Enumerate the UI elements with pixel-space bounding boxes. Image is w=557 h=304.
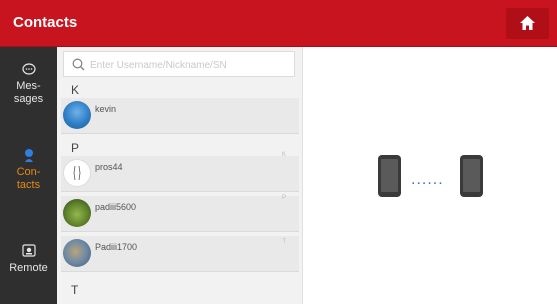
sidebar-item-messages[interactable]: Mes- sages	[0, 63, 57, 106]
contact-name: pros44	[95, 162, 123, 172]
index-letter-k[interactable]: K	[282, 152, 286, 158]
avatar	[63, 239, 91, 267]
phone-screen	[463, 159, 480, 192]
sidebar-item-label: sages	[13, 93, 44, 105]
group-header-k: K	[71, 83, 80, 97]
sidebar-item-contacts[interactable]: Con- tacts	[0, 148, 57, 192]
avatar	[63, 159, 91, 187]
home-button[interactable]	[506, 8, 549, 39]
sidebar-item-label: Remote	[9, 262, 48, 274]
list-item-contact[interactable]: kevin	[61, 98, 299, 134]
contacts-list-panel: K kevin P pros44 padiii5600 Padiii1700 T…	[57, 47, 303, 304]
connection-link: ......	[411, 171, 444, 188]
search-input[interactable]	[88, 55, 292, 75]
chat-bubble-icon	[21, 63, 36, 75]
sidebar-item-label: Mes-	[16, 80, 41, 92]
remote-screen-icon	[21, 244, 36, 257]
contact-name: Padiii1700	[95, 242, 138, 252]
group-header-p: P	[71, 141, 80, 155]
person-icon	[24, 149, 33, 162]
list-item-contact[interactable]: padiii5600	[61, 196, 299, 232]
phone-screen	[381, 159, 398, 192]
phone-icon	[378, 155, 401, 197]
index-letter-t[interactable]: T	[282, 239, 286, 245]
search-icon	[72, 58, 85, 71]
sidebar-item-remote[interactable]: Remote	[0, 244, 57, 275]
app-header: Contacts	[0, 0, 557, 47]
avatar	[63, 101, 91, 129]
avatar	[63, 199, 91, 227]
home-icon	[520, 16, 535, 30]
list-item-contact[interactable]: Padiii1700	[61, 236, 299, 272]
search-box[interactable]	[63, 51, 295, 77]
sidebar-item-label: Con-	[16, 166, 41, 178]
sidebar-item-label: tacts	[16, 179, 41, 191]
contact-name: kevin	[95, 104, 117, 114]
contact-name: padiii5600	[95, 202, 137, 212]
phone-icon	[460, 155, 483, 197]
sidebar: Mes- sages Con- tacts Remote	[0, 47, 57, 304]
list-item-contact[interactable]: pros44	[61, 156, 299, 192]
index-letter-p[interactable]: P	[282, 195, 286, 201]
page-title: Contacts	[13, 14, 78, 31]
group-header-t: T	[71, 283, 79, 297]
